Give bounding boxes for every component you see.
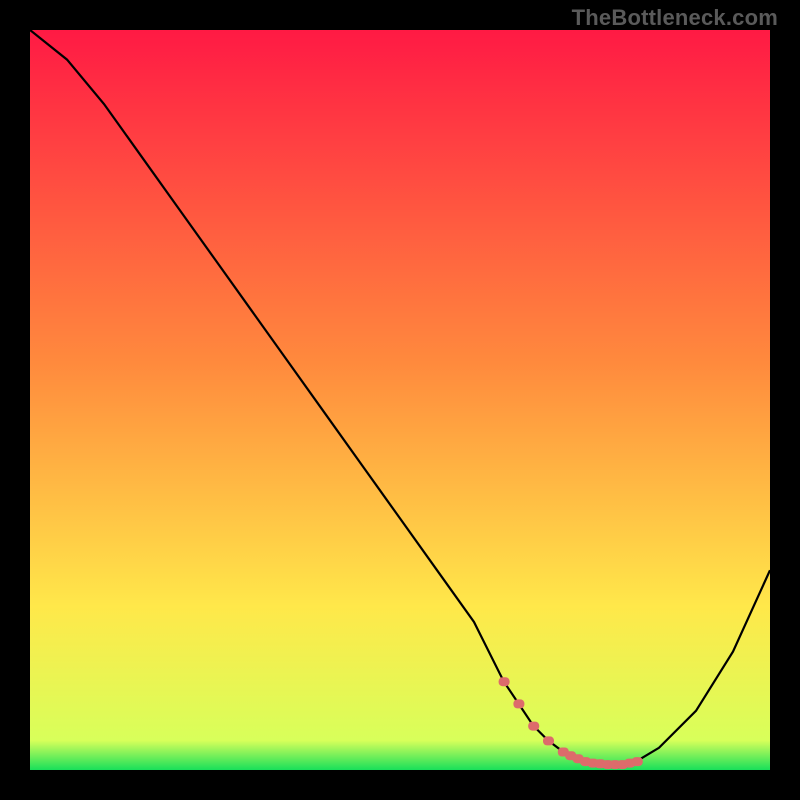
bottom-marker <box>528 722 539 731</box>
chart-svg <box>30 30 770 770</box>
bottom-marker <box>513 699 524 708</box>
bottom-marker <box>632 757 643 766</box>
gradient-background <box>30 30 770 770</box>
bottom-marker <box>543 736 554 745</box>
bottom-marker <box>499 677 510 686</box>
chart-frame: TheBottleneck.com <box>0 0 800 800</box>
plot-area <box>30 30 770 770</box>
watermark-text: TheBottleneck.com <box>572 5 778 31</box>
